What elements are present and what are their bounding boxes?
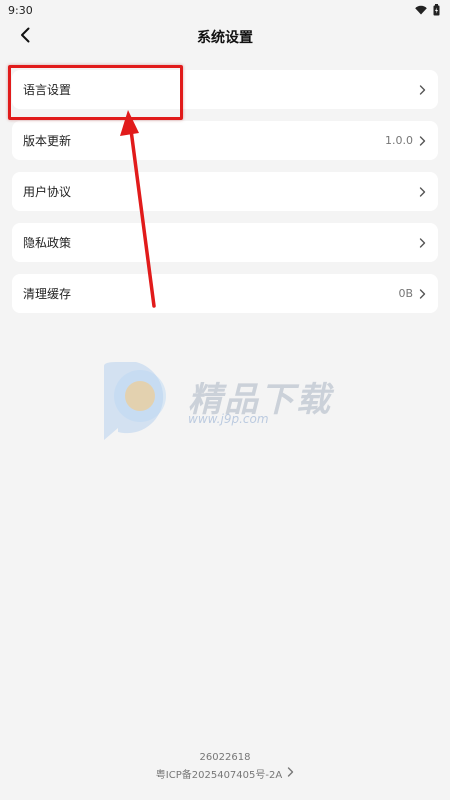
- cache-size-value: 0B: [398, 287, 413, 300]
- status-icons: [415, 4, 440, 16]
- settings-item-cache[interactable]: 清理缓存 0B: [12, 274, 438, 313]
- settings-list: 语言设置 版本更新 1.0.0 用户协议 隐私政策 清理缓存 0B: [12, 70, 438, 313]
- settings-item-label: 清理缓存: [23, 287, 72, 301]
- chevron-right-icon: [419, 186, 426, 197]
- settings-item-label: 用户协议: [23, 185, 72, 199]
- chevron-right-icon: [287, 767, 294, 780]
- icp-text: 粤ICP备2025407405号-2A: [155, 770, 283, 781]
- status-bar: 9:30: [0, 0, 450, 20]
- watermark-name: 精品下载: [188, 380, 332, 420]
- settings-item-right: [413, 84, 426, 95]
- footer: 26022618 粤ICP备2025407405号-2A: [0, 752, 450, 781]
- settings-item-label: 隐私政策: [23, 236, 72, 250]
- chevron-right-icon: [419, 237, 426, 248]
- settings-item-label: 版本更新: [23, 134, 72, 148]
- wifi-icon: [415, 5, 427, 15]
- page-header: 系统设置: [0, 20, 450, 54]
- icp-link[interactable]: 粤ICP备2025407405号-2A: [156, 766, 294, 781]
- page-title: 系统设置: [197, 30, 253, 46]
- chevron-left-icon: [19, 27, 31, 47]
- settings-item-language[interactable]: 语言设置: [12, 70, 438, 109]
- watermark-logo-icon: [104, 362, 166, 440]
- settings-item-label: 语言设置: [23, 83, 72, 97]
- settings-item-privacy[interactable]: 隐私政策: [12, 223, 438, 262]
- settings-item-right: [413, 186, 426, 197]
- chevron-right-icon: [419, 288, 426, 299]
- watermark-url: www.j9p.com: [188, 412, 269, 426]
- back-button[interactable]: [12, 24, 38, 50]
- settings-item-right: 1.0.0: [385, 134, 426, 147]
- watermark: 精品下载 www.j9p.com: [96, 358, 356, 448]
- battery-icon: [433, 4, 440, 16]
- settings-item-version[interactable]: 版本更新 1.0.0: [12, 121, 438, 160]
- chevron-right-icon: [419, 135, 426, 146]
- build-number: 26022618: [199, 752, 251, 763]
- status-time: 9:30: [8, 3, 33, 17]
- app-screen: 9:30 系统设置 语言设置 版本更新 1.0.0 用户协议 隐私政策 清理缓存…: [0, 0, 450, 800]
- settings-item-right: [413, 237, 426, 248]
- settings-item-agreement[interactable]: 用户协议: [12, 172, 438, 211]
- settings-item-right: 0B: [398, 287, 426, 300]
- chevron-right-icon: [419, 84, 426, 95]
- version-value: 1.0.0: [385, 134, 413, 147]
